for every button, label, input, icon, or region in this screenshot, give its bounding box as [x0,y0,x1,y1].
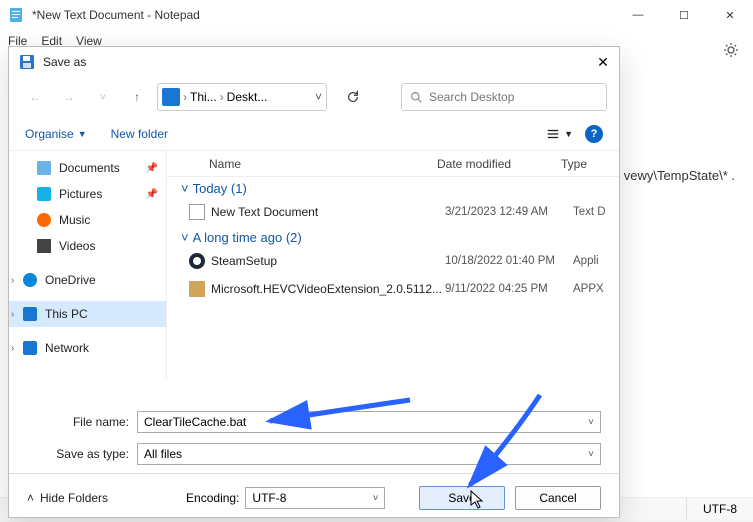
cancel-button[interactable]: Cancel [515,486,601,510]
savetype-label: Save as type: [27,447,129,461]
close-button[interactable]: ✕ [707,0,753,30]
sidebar-item-documents[interactable]: Documents📌 [9,155,166,181]
hide-folders-button[interactable]: ˄ Hide Folders [27,491,108,505]
filename-label: File name: [27,415,129,429]
filename-input[interactable]: ˅ [137,411,601,433]
save-as-dialog: Save as ✕ ← → ˅ ↑ › Thi... › Deskt... ˅ … [8,46,620,518]
breadcrumb-2[interactable]: Deskt... [227,90,268,104]
chevron-down-icon: ˅ [181,230,189,245]
view-button[interactable]: ▼ [546,127,573,141]
file-row[interactable]: SteamSetup 10/18/2022 01:40 PM Appli [167,247,619,275]
command-row: Organise▼ New folder ▼ ? [9,117,619,151]
sidebar-item-onedrive[interactable]: ›OneDrive [9,267,166,293]
sidebar-item-this-pc[interactable]: ›This PC [9,301,166,327]
settings-icon[interactable] [723,42,739,58]
organise-button[interactable]: Organise▼ [25,127,87,141]
search-input[interactable] [429,90,598,104]
notepad-icon [8,7,24,23]
save-icon [19,54,35,70]
steam-icon [189,253,205,269]
breadcrumb[interactable]: › Thi... › Deskt... ˅ [157,83,327,111]
sidebar-item-videos[interactable]: Videos [9,233,166,259]
savetype-select[interactable]: All files ˅ [137,443,601,465]
appx-icon [189,281,205,297]
onedrive-icon [23,273,37,287]
sidebar-item-network[interactable]: ›Network [9,335,166,361]
file-row[interactable]: New Text Document 3/21/2023 12:49 AM Tex… [167,198,619,226]
notepad-body-text: vewy\TempState\* . [624,168,735,183]
pc-icon [23,307,37,321]
notepad-title-text: *New Text Document - Notepad [32,8,200,22]
pictures-icon [37,187,51,201]
pin-icon: 📌 [146,189,158,200]
group-longago[interactable]: ˅A long time ago (2) [167,226,619,247]
savetype-row: Save as type: All files ˅ [9,435,619,467]
sidebar: Documents📌 Pictures📌 Music Videos ›OneDr… [9,151,167,379]
maximize-button[interactable]: ☐ [661,0,707,30]
notepad-title-bar: *New Text Document - Notepad — ☐ ✕ [0,0,753,30]
network-icon [23,341,37,355]
documents-icon [37,161,51,175]
save-button[interactable]: Save [419,486,505,510]
pin-icon: 📌 [146,163,158,174]
filename-row: File name: ˅ [9,403,619,435]
encoding-select[interactable]: UTF-8 ˅ [245,487,385,509]
chevron-right-icon[interactable]: › [11,275,14,286]
forward-button[interactable]: → [55,83,83,111]
savetype-value: All files [144,447,588,461]
nav-row: ← → ˅ ↑ › Thi... › Deskt... ˅ [9,77,619,117]
breadcrumb-dropdown-icon[interactable]: ˅ [315,90,322,104]
dialog-close-button[interactable]: ✕ [593,52,613,72]
file-row[interactable]: Microsoft.HEVCVideoExtension_2.0.5112...… [167,275,619,303]
file-list: Name Date modified Type ˅Today (1) New T… [167,151,619,379]
sidebar-item-music[interactable]: Music [9,207,166,233]
dialog-footer: ˄ Hide Folders Encoding: UTF-8 ˅ Save Ca… [9,473,619,522]
chevron-down-icon[interactable]: ˅ [588,449,594,460]
videos-icon [37,239,51,253]
chevron-right-icon[interactable]: › [11,309,14,320]
back-button[interactable]: ← [21,83,49,111]
col-type[interactable]: Type [561,157,619,171]
help-button[interactable]: ? [585,125,603,143]
chevron-down-icon: ˅ [181,181,189,196]
recent-dropdown[interactable]: ˅ [89,83,117,111]
chevron-down-icon[interactable]: ˅ [588,417,594,428]
new-folder-button[interactable]: New folder [111,127,168,141]
encoding-value: UTF-8 [252,491,372,505]
chevron-right-icon: › [220,90,224,104]
col-name[interactable]: Name [209,157,437,171]
up-button[interactable]: ↑ [123,83,151,111]
refresh-button[interactable] [339,83,367,111]
chevron-right-icon: › [183,90,187,104]
status-encoding: UTF-8 [686,498,753,519]
minimize-button[interactable]: — [615,0,661,30]
breadcrumb-1[interactable]: Thi... [190,90,217,104]
pc-icon [162,88,180,106]
chevron-up-icon: ˄ [27,491,34,505]
column-headers[interactable]: Name Date modified Type [167,151,619,177]
dialog-title: Save as [43,55,86,69]
search-box[interactable] [401,83,607,111]
encoding-label: Encoding: [186,491,239,505]
col-date[interactable]: Date modified [437,157,561,171]
dialog-title-bar: Save as ✕ [9,47,619,77]
filename-field[interactable] [144,415,588,429]
search-icon [410,91,423,104]
music-icon [37,213,51,227]
sidebar-item-pictures[interactable]: Pictures📌 [9,181,166,207]
group-today[interactable]: ˅Today (1) [167,177,619,198]
chevron-right-icon[interactable]: › [11,343,14,354]
chevron-down-icon[interactable]: ˅ [373,493,379,504]
text-file-icon [189,204,205,220]
